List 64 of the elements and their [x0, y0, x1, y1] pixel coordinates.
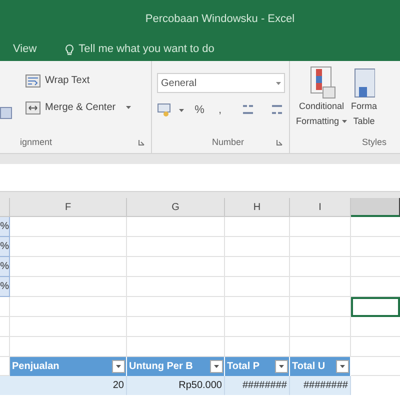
- filter-button[interactable]: [112, 360, 125, 373]
- ribbon-tab[interactable]: View: [13, 41, 37, 58]
- caret-icon: [279, 365, 284, 368]
- table-header: Penjualan: [12, 360, 60, 374]
- table-cell: [225, 297, 290, 317]
- group-label: ignment: [20, 136, 52, 149]
- caret-icon: [116, 365, 121, 368]
- table-cell: [290, 317, 351, 337]
- filter-button[interactable]: [275, 360, 288, 373]
- caret-icon[interactable]: [126, 106, 131, 109]
- merge-center-button[interactable]: Merge & Center: [25, 100, 151, 115]
- table-cell: %: [0, 257, 10, 277]
- lightbulb-icon: [64, 44, 74, 56]
- caret-icon[interactable]: [178, 108, 184, 112]
- filter-button[interactable]: [336, 360, 349, 373]
- table-header: Total P: [227, 360, 260, 374]
- table-cell: %: [0, 217, 10, 237]
- table-cell: [0, 317, 10, 337]
- group-label: Number: [212, 136, 244, 148]
- column-header[interactable]: H: [225, 198, 290, 217]
- table-cell: [290, 297, 351, 317]
- table-cell-text: ########: [242, 379, 287, 393]
- number-format-dropdown[interactable]: General: [157, 73, 285, 93]
- table-cell: [290, 257, 351, 277]
- table-cell: [0, 337, 10, 357]
- column-header[interactable]: [351, 198, 400, 217]
- table-cell: [290, 217, 351, 237]
- dialog-launcher-icon[interactable]: [138, 138, 145, 146]
- currency-icon[interactable]: [157, 103, 171, 118]
- table-header: Total U: [292, 360, 326, 374]
- conditional-formatting-button[interactable]: Conditional Formatting: [296, 65, 348, 129]
- table-cell: [290, 277, 351, 297]
- wrap-text-icon: [25, 74, 41, 88]
- caret-icon: [214, 365, 219, 368]
- table-cell: [225, 217, 290, 237]
- table-header: Untung Per B: [129, 360, 193, 374]
- filter-button[interactable]: [210, 360, 223, 373]
- table-cell-text: 20: [112, 379, 124, 393]
- comma-style-button[interactable]: ,: [215, 102, 224, 118]
- caret-icon: [276, 82, 281, 84]
- table-cell: %: [0, 277, 10, 297]
- window-title: Percobaan Windowsku - Excel: [144, 12, 295, 27]
- table-cell: [225, 317, 290, 337]
- wrap-text-button[interactable]: Wrap Text: [25, 73, 151, 88]
- tell-me-field[interactable]: Tell me what you want to do: [78, 41, 214, 58]
- column-header[interactable]: F: [10, 198, 127, 217]
- table-cell: [225, 237, 290, 257]
- align-icon[interactable]: [0, 107, 12, 119]
- table-cell-text: Rp50.000: [178, 379, 222, 393]
- table-cell: [0, 297, 10, 317]
- column-header[interactable]: G: [127, 198, 225, 217]
- table-cell-text: ########: [304, 379, 348, 393]
- selected-cell[interactable]: [351, 297, 400, 317]
- column-header[interactable]: I: [290, 198, 351, 217]
- format-as-table-button[interactable]: Forma Table: [351, 65, 378, 129]
- merge-cells-icon: [25, 100, 41, 114]
- caret-icon: [340, 365, 345, 368]
- table-cell: [225, 277, 290, 297]
- dialog-launcher-icon[interactable]: [276, 138, 283, 146]
- table-cell: [225, 257, 290, 277]
- percent-button[interactable]: %: [192, 102, 208, 118]
- table-cell: %: [0, 237, 10, 257]
- group-label: Styles: [362, 136, 387, 149]
- table-cell: [290, 237, 351, 257]
